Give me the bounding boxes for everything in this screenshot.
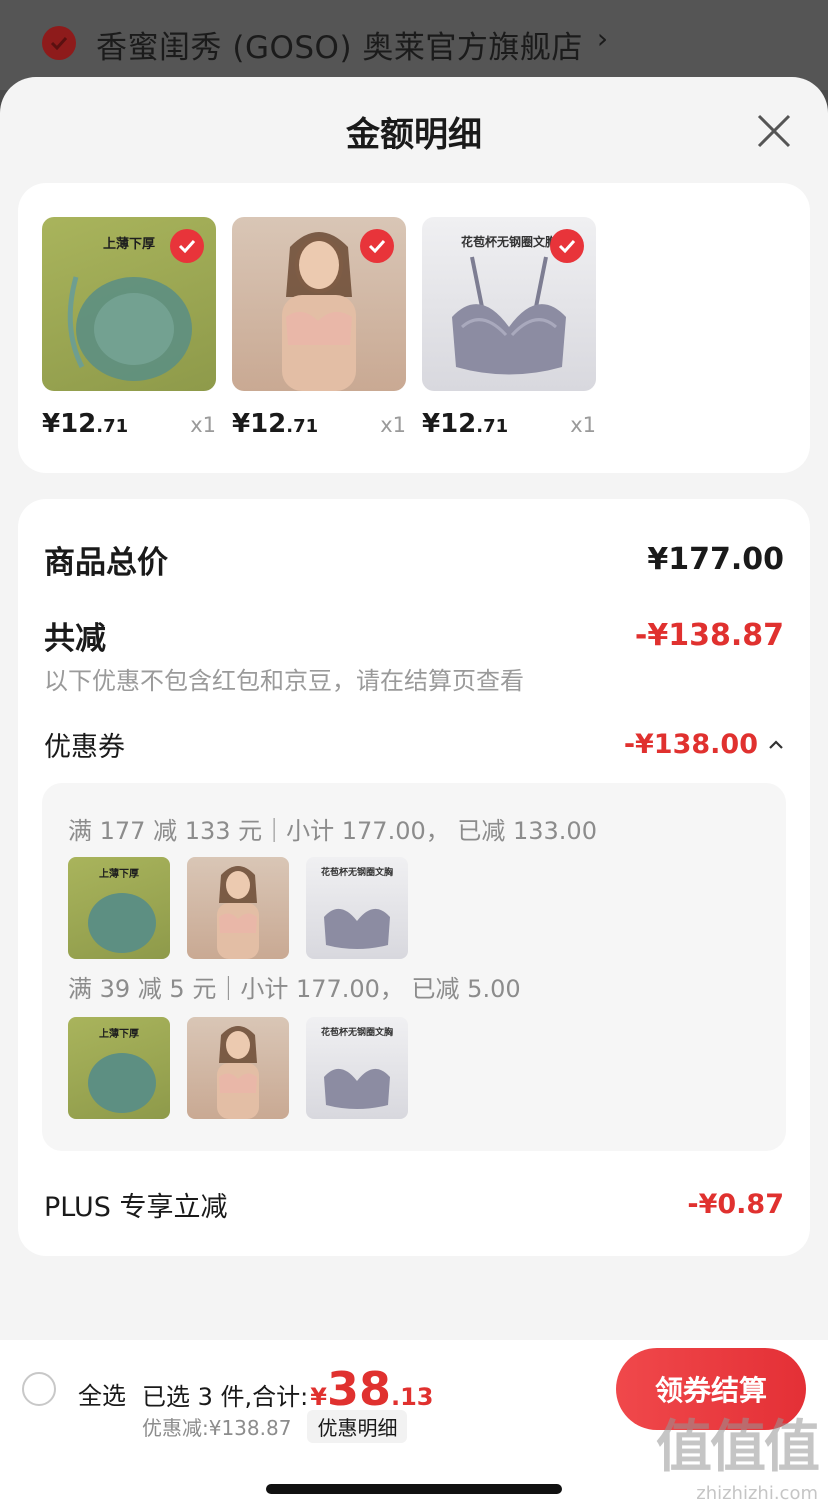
product-thumb: 上薄下厚 bbox=[68, 857, 170, 959]
discount-detail-button[interactable]: 优惠明细 bbox=[307, 1410, 408, 1443]
watermark-url: zhizhizhi.com bbox=[696, 1483, 818, 1504]
reduce-hint: 以下优惠不包含红包和京豆，请在结算页查看 bbox=[44, 667, 524, 695]
watermark-logo: 值值值 bbox=[656, 1415, 820, 1480]
plus-value: -¥0.87 bbox=[687, 1189, 784, 1220]
product-image[interactable]: 上薄下厚 bbox=[42, 217, 216, 391]
total-value: ¥177.00 bbox=[647, 542, 784, 577]
product-item[interactable]: 花苞杯无钢圈文胸 ¥12.71 x1 bbox=[422, 217, 596, 439]
product-thumb: 花苞杯无钢圈文胸 bbox=[306, 857, 408, 959]
chevron-up-icon[interactable] bbox=[768, 739, 784, 750]
home-indicator bbox=[266, 1484, 562, 1494]
total-currency: ¥ bbox=[310, 1383, 327, 1411]
product-thumb: 上薄下厚 bbox=[68, 1017, 170, 1119]
discount-text: 优惠减:¥138.87 bbox=[142, 1416, 292, 1440]
amount-detail-sheet: 金额明细 上薄下厚 ¥12.71 x1 ¥12.71 x1 花苞杯无钢圈文胸 ¥… bbox=[0, 77, 828, 1512]
product-qty: x1 bbox=[190, 413, 216, 437]
product-price: ¥12.71 bbox=[42, 409, 129, 439]
product-thumb bbox=[187, 1017, 289, 1119]
check-icon[interactable] bbox=[550, 229, 584, 263]
close-icon[interactable] bbox=[756, 113, 792, 149]
total-label: 商品总价 bbox=[44, 545, 168, 581]
reduce-value: -¥138.87 bbox=[634, 618, 784, 653]
select-all-label[interactable]: 全选 bbox=[78, 1376, 126, 1411]
coupon-thumbs: 上薄下厚 花苞杯无钢圈文胸 bbox=[68, 1017, 408, 1119]
checkout-bar: 全选 已选 3 件,合计: ¥ 38 .13 优惠减:¥138.87 优惠明细 … bbox=[0, 1340, 828, 1512]
selected-prefix: 已选 3 件,合计: bbox=[142, 1383, 309, 1411]
coupon-detail-box: 满 177 减 133 元｜小计 177.00， 已减 133.00 上薄下厚 … bbox=[42, 783, 786, 1151]
discount-line: 优惠减:¥138.87 优惠明细 bbox=[142, 1410, 408, 1443]
chevron-right-icon[interactable]: › bbox=[597, 22, 608, 55]
reduce-label: 共减 bbox=[44, 621, 106, 657]
product-thumb bbox=[187, 857, 289, 959]
product-image[interactable] bbox=[232, 217, 406, 391]
close-button[interactable] bbox=[754, 111, 794, 151]
product-qty: x1 bbox=[380, 413, 406, 437]
product-price: ¥12.71 bbox=[422, 409, 509, 439]
total-integer: 38 bbox=[326, 1362, 391, 1416]
coupon-row[interactable]: 优惠券 -¥138.00 bbox=[44, 725, 784, 764]
coupon-thumbs: 上薄下厚 花苞杯无钢圈文胸 bbox=[68, 857, 408, 959]
plus-label: PLUS 专享立减 bbox=[44, 1192, 228, 1223]
store-check-icon bbox=[42, 26, 76, 60]
summary-card: 商品总价 ¥177.00 共减 -¥138.87 以下优惠不包含红包和京豆，请在… bbox=[18, 499, 810, 1256]
select-all-radio[interactable] bbox=[22, 1372, 56, 1406]
product-image[interactable]: 花苞杯无钢圈文胸 bbox=[422, 217, 596, 391]
sheet-title: 金额明细 bbox=[346, 115, 482, 155]
check-icon[interactable] bbox=[170, 229, 204, 263]
check-icon[interactable] bbox=[360, 229, 394, 263]
watermark: 值值值 zhizhizhi.com bbox=[656, 1402, 820, 1504]
coupon-rule: 满 177 减 133 元｜小计 177.00， 已减 133.00 bbox=[68, 817, 597, 845]
product-thumb: 花苞杯无钢圈文胸 bbox=[306, 1017, 408, 1119]
product-item[interactable]: 上薄下厚 ¥12.71 x1 bbox=[42, 217, 216, 439]
coupon-value: -¥138.00 bbox=[623, 729, 758, 760]
product-qty: x1 bbox=[570, 413, 596, 437]
total-decimal: .13 bbox=[390, 1383, 434, 1411]
store-name[interactable]: 香蜜闺秀 (GOSO) 奥莱官方旗舰店 bbox=[96, 22, 583, 67]
coupon-rule: 满 39 减 5 元｜小计 177.00， 已减 5.00 bbox=[68, 975, 521, 1003]
coupon-label: 优惠券 bbox=[44, 732, 125, 763]
products-card: 上薄下厚 ¥12.71 x1 ¥12.71 x1 花苞杯无钢圈文胸 ¥12.71… bbox=[18, 183, 810, 473]
product-item[interactable]: ¥12.71 x1 bbox=[232, 217, 406, 439]
product-price: ¥12.71 bbox=[232, 409, 319, 439]
selected-total: 已选 3 件,合计: ¥ 38 .13 bbox=[142, 1362, 433, 1416]
